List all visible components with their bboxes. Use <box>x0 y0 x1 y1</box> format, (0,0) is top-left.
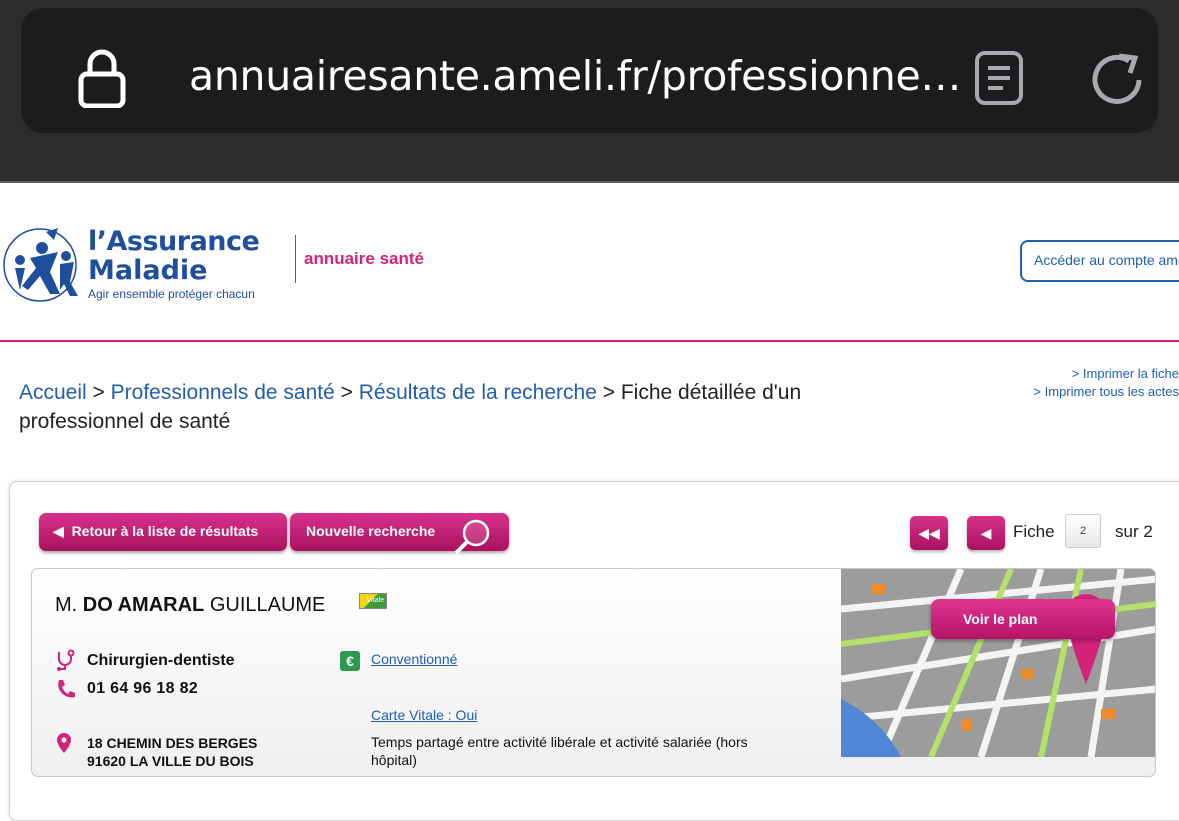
address-line2: 91620 LA VILLE DU BOIS <box>87 753 254 769</box>
address-bar[interactable]: annuairesante.ameli.fr/professionne… <box>21 8 1158 133</box>
account-button[interactable]: Accéder au compte ameli <box>1020 240 1179 282</box>
breadcrumb-home[interactable]: Accueil <box>19 381 87 404</box>
brand-line1: l’Assurance <box>88 226 260 257</box>
new-search-label: Nouvelle recherche <box>306 523 436 539</box>
back-button-label: Retour à la liste de résultats <box>71 523 259 539</box>
header-underline <box>0 340 1179 342</box>
url-text: annuairesante.ameli.fr/professionne… <box>189 52 962 100</box>
breadcrumb-separator: > <box>602 381 615 404</box>
professional-name: M. DO AMARAL GUILLAUME <box>55 594 325 617</box>
back-to-results-button[interactable]: ◀ Retour à la liste de résultats <box>39 513 287 551</box>
breadcrumb: Accueil > Professionnels de santé > Résu… <box>19 378 919 436</box>
location-pin-icon <box>57 733 71 753</box>
page-content: l’Assurance Maladie Agir ensemble protég… <box>0 185 1179 821</box>
print-actes-link[interactable]: > Imprimer tous les actes <box>1033 384 1179 399</box>
breadcrumb-pros[interactable]: Professionnels de santé <box>111 381 335 404</box>
stethoscope-icon <box>57 649 75 671</box>
address-line1: 18 CHEMIN DES BERGES <box>87 735 258 751</box>
activity-text: Temps partagé entre activité libérale et… <box>371 734 748 768</box>
professional-card: ◀ Retour à la liste de résultats Nouvell… <box>9 481 1179 821</box>
map-preview[interactable]: Voir le plan <box>840 569 1155 759</box>
carte-vitale-link[interactable]: Carte Vitale : Oui <box>371 707 477 723</box>
browser-chrome: annuairesante.ameli.fr/professionne… <box>0 0 1179 183</box>
brand-line2: Maladie <box>88 255 208 286</box>
brand-tagline: Agir ensemble protéger chacun <box>88 287 255 301</box>
breadcrumb-separator: > <box>340 381 353 404</box>
breadcrumb-results[interactable]: Résultats de la recherche <box>359 381 597 404</box>
arrow-left-icon: ◀ <box>53 523 64 539</box>
page-total-label: sur 2 <box>1115 522 1153 541</box>
section-title: annuaire santé <box>304 249 424 268</box>
arrow-left-icon: ◀ <box>980 525 992 541</box>
last-name: DO AMARAL <box>82 594 205 616</box>
magnifier-icon <box>454 519 490 555</box>
phone-number[interactable]: 01 64 96 18 82 <box>87 680 198 698</box>
new-search-button[interactable]: Nouvelle recherche <box>290 513 509 555</box>
header-divider <box>295 235 296 283</box>
reader-icon[interactable] <box>973 50 1025 106</box>
first-name: GUILLAUME <box>209 594 326 616</box>
first-record-button[interactable]: ◀◀ <box>910 516 948 550</box>
page-number-input[interactable]: 2 <box>1065 514 1101 548</box>
fiche-label: Fiche <box>1013 522 1055 541</box>
previous-record-button[interactable]: ◀ <box>967 516 1005 550</box>
print-fiche-link[interactable]: > Imprimer la fiche <box>1072 366 1179 381</box>
breadcrumb-separator: > <box>92 381 105 404</box>
lock-icon <box>78 49 126 108</box>
convention-link[interactable]: Conventionné <box>371 651 457 667</box>
vitale-card-icon: Vitale <box>359 593 387 609</box>
specialty: Chirurgien-dentiste <box>87 652 235 669</box>
double-arrow-left-icon: ◀◀ <box>918 525 940 541</box>
map-image <box>840 569 1155 759</box>
reload-icon[interactable] <box>1089 50 1149 108</box>
euro-icon: € <box>340 651 360 671</box>
voir-plan-button[interactable]: Voir le plan <box>931 599 1115 639</box>
civility: M. <box>55 594 78 616</box>
professional-details: M. DO AMARAL GUILLAUME Vitale Chirurgien… <box>31 568 1156 777</box>
phone-icon <box>58 680 75 698</box>
